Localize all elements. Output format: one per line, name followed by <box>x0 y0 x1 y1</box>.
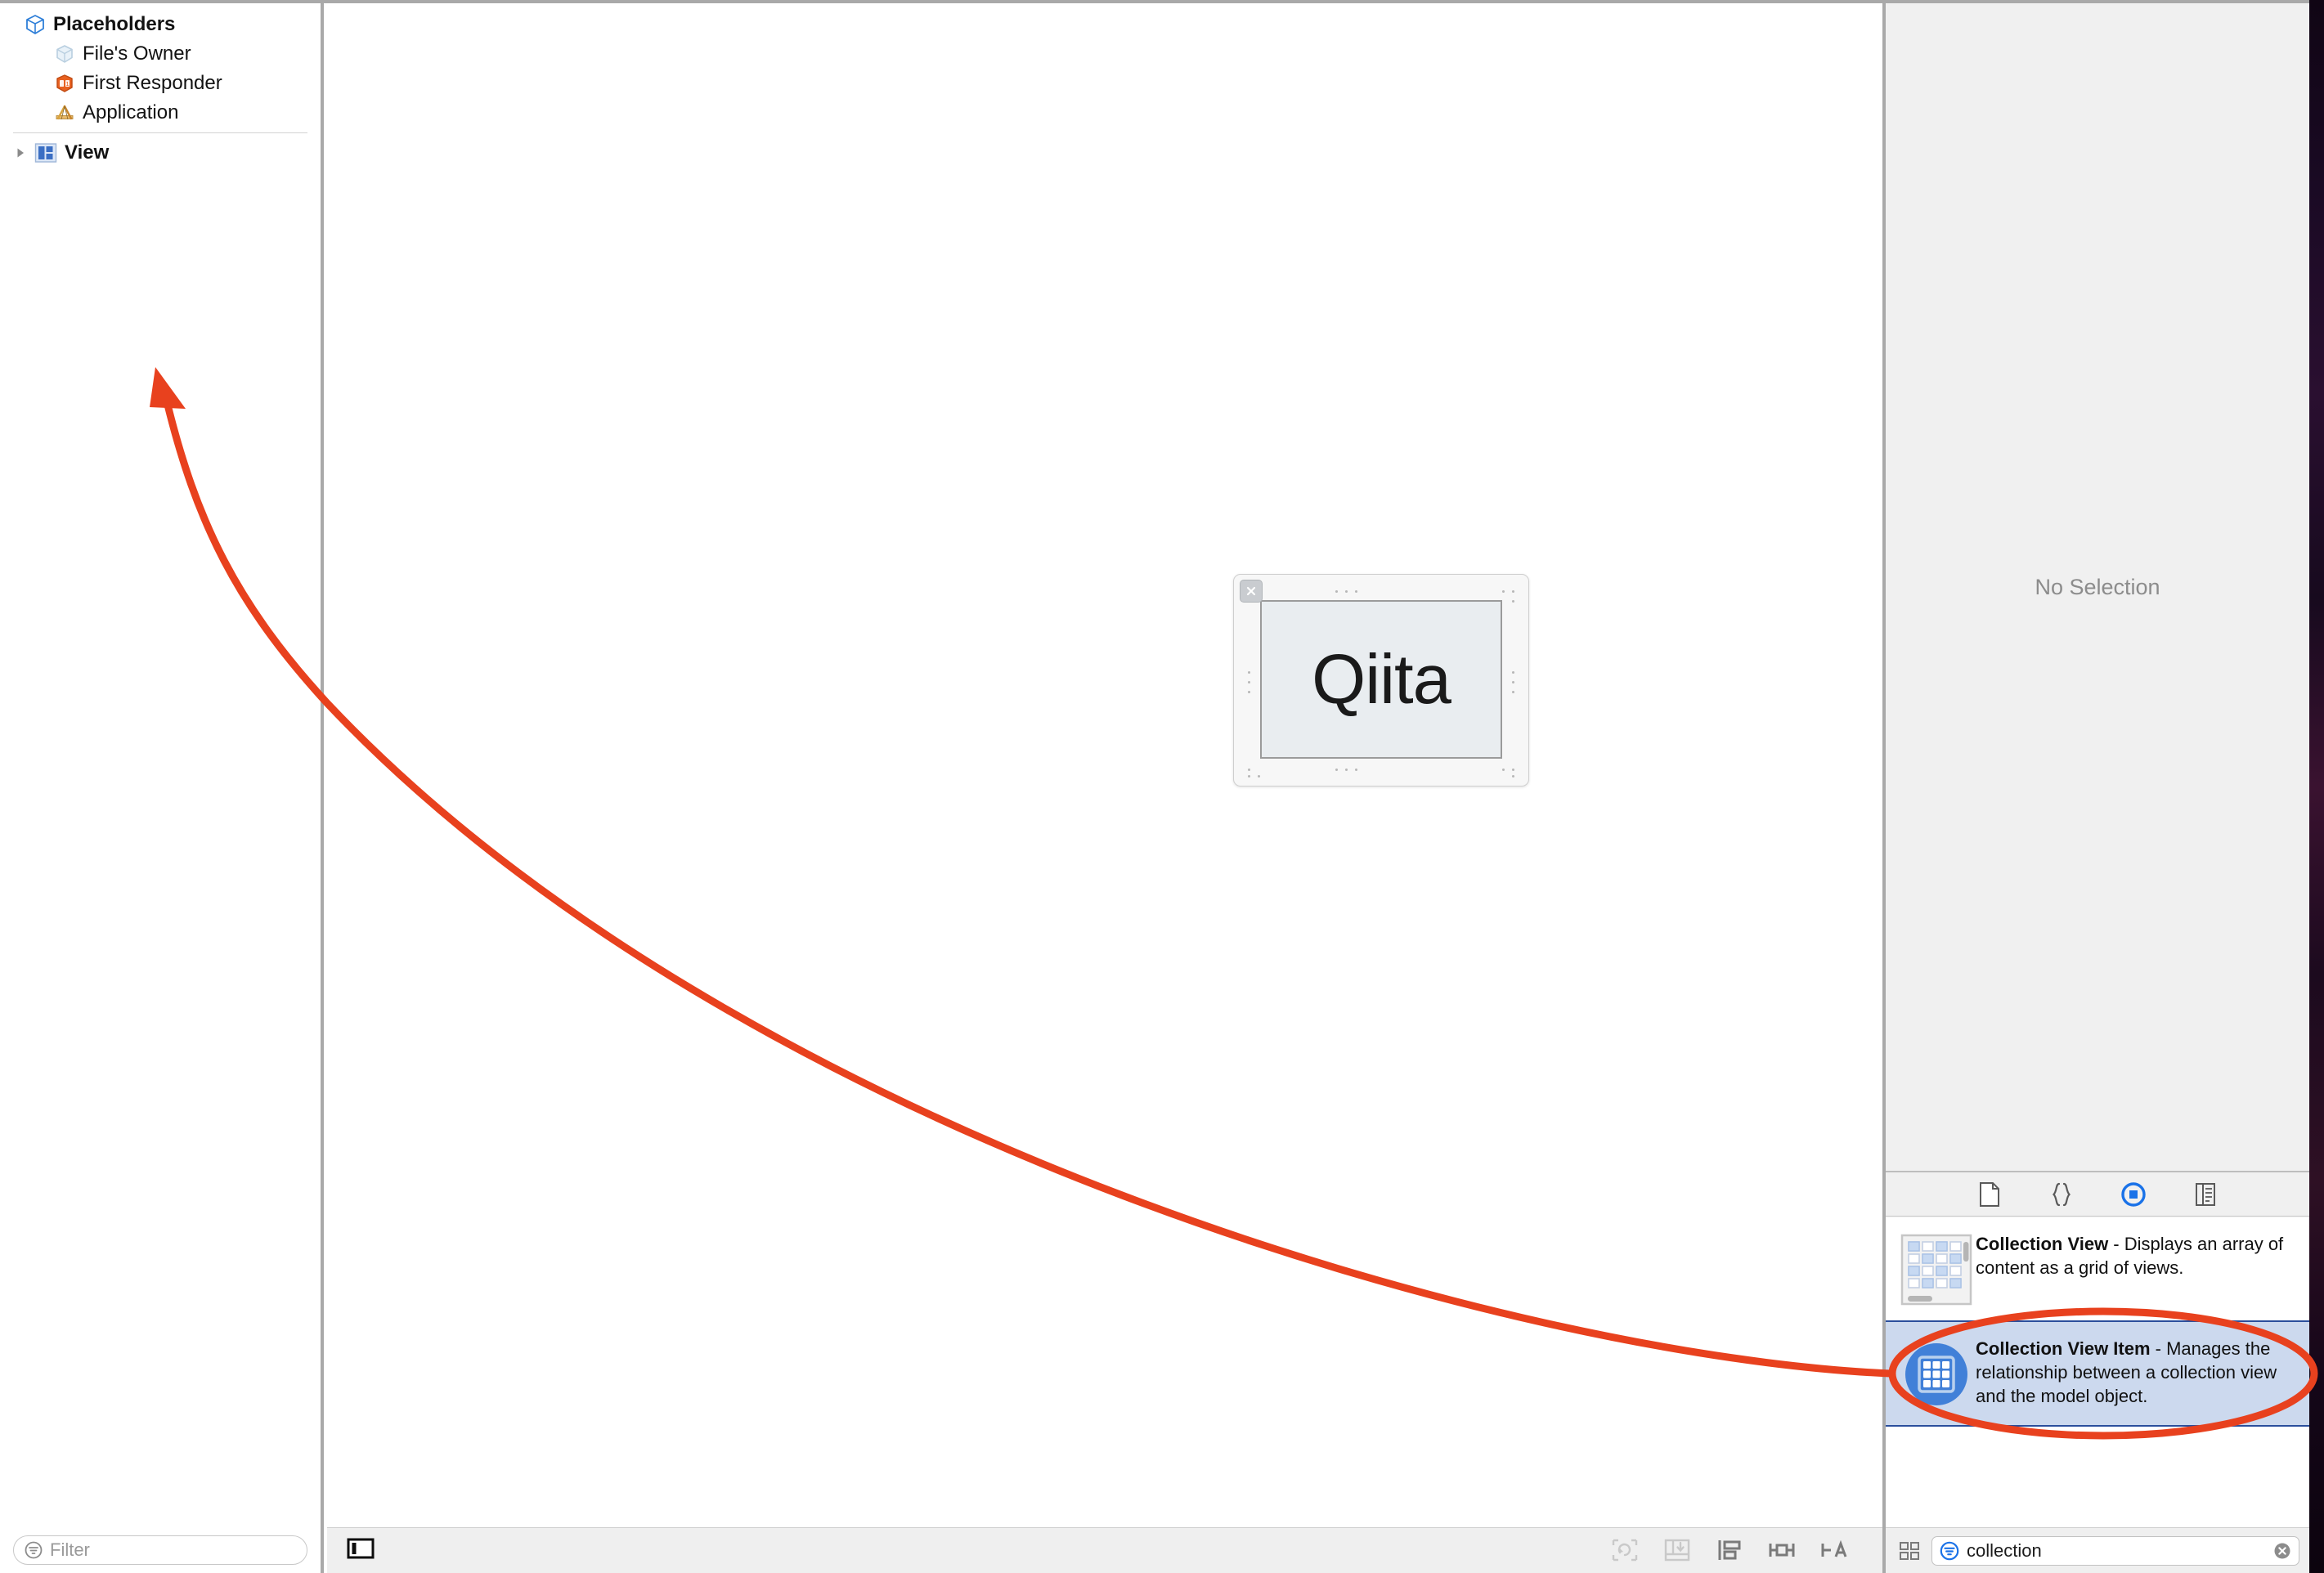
outline-filter-bar: Filter <box>0 1527 321 1573</box>
filter-icon <box>1939 1540 1960 1562</box>
application-ruler-icon <box>54 102 75 123</box>
outline-item-label: First Responder <box>83 72 222 94</box>
collection-view-item-thumbnail-icon <box>1897 1335 1976 1412</box>
library-item-separator: - <box>2150 1338 2167 1359</box>
filter-placeholder: Filter <box>50 1539 90 1560</box>
collection-view-thumbnail-icon <box>1897 1230 1976 1307</box>
first-responder-cube-icon: 1 <box>54 73 75 94</box>
tab-media-library[interactable] <box>2192 1181 2219 1208</box>
resolve-auto-layout-issues-icon[interactable] <box>1820 1538 1848 1566</box>
no-selection-label: No Selection <box>2035 574 2160 599</box>
outline-group-label: Placeholders <box>53 13 176 35</box>
desktop-wallpaper-edge <box>2309 0 2324 1573</box>
library-list-item[interactable]: Collection View - Displays an array of c… <box>1886 1217 2309 1320</box>
outline-item-label: Application <box>83 101 179 123</box>
document-outline-toggle-icon[interactable] <box>347 1537 375 1560</box>
svg-text:1: 1 <box>65 80 69 87</box>
inspector-pane: No Selection <box>1886 3 2309 1171</box>
canvas-bottom-toolbar <box>327 1527 1887 1573</box>
outline-group-placeholders[interactable]: Placeholders <box>0 10 321 39</box>
disclosure-triangle-right-icon[interactable] <box>11 146 29 160</box>
tab-code-snippet-library[interactable] <box>2048 1181 2075 1208</box>
view-icon <box>34 142 57 164</box>
auto-layout-buttons <box>1611 1538 1848 1566</box>
library-item-description: Collection View Item - Manages the relat… <box>1976 1335 2296 1408</box>
outline-item-label: View <box>65 141 110 164</box>
library-tabbar <box>1886 1171 2309 1217</box>
filter-icon <box>24 1540 43 1560</box>
filter-input[interactable]: Filter <box>13 1535 307 1565</box>
align-icon[interactable] <box>1716 1538 1743 1566</box>
files-owner-cube-icon <box>54 43 75 65</box>
object-library-list[interactable]: Collection View - Displays an array of c… <box>1886 1217 2309 1527</box>
library-search-input[interactable]: collection <box>1931 1535 2299 1566</box>
close-icon[interactable] <box>1240 580 1263 603</box>
library-item-title: Collection View <box>1976 1234 2109 1254</box>
library-item-title: Collection View Item <box>1976 1338 2151 1359</box>
canvas-view-object[interactable]: Qiita <box>1233 574 1529 786</box>
outline-divider <box>13 132 307 133</box>
clear-icon[interactable] <box>2272 1541 2292 1561</box>
canvas-area[interactable]: Qiita <box>327 3 1887 1527</box>
outline-item-files-owner[interactable]: File's Owner <box>0 39 321 69</box>
canvas-label-container[interactable]: Qiita <box>1260 600 1502 759</box>
outline-item-label: File's Owner <box>83 43 191 65</box>
tab-file-template-library[interactable] <box>1976 1181 2003 1208</box>
library-item-description: Collection View - Displays an array of c… <box>1976 1230 2296 1279</box>
outline-item-first-responder[interactable]: 1 First Responder <box>0 69 321 98</box>
library-list-item-selected[interactable]: Collection View Item - Manages the relat… <box>1886 1320 2309 1427</box>
utilities-panel: No Selection Collection View - Displays … <box>1882 3 2309 1573</box>
outline-item-application[interactable]: Application <box>0 98 321 128</box>
outline-item-view[interactable]: View <box>0 138 321 168</box>
library-item-separator: - <box>2108 1234 2124 1254</box>
document-outline-panel: Placeholders File's Owner 1 First Respon… <box>0 3 324 1573</box>
xcode-interface-builder-window: Placeholders File's Owner 1 First Respon… <box>0 0 2324 1573</box>
cube-icon <box>25 14 46 35</box>
tab-object-library[interactable] <box>2120 1181 2147 1208</box>
add-new-constraints-icon[interactable] <box>1768 1538 1796 1566</box>
grid-view-icon[interactable] <box>1897 1539 1922 1563</box>
embed-in-icon[interactable] <box>1663 1538 1691 1566</box>
canvas-text-label: Qiita <box>1312 640 1451 719</box>
library-search-value: collection <box>1967 1539 2042 1561</box>
update-frames-icon[interactable] <box>1611 1538 1639 1566</box>
library-bottom-toolbar: collection <box>1886 1527 2309 1573</box>
